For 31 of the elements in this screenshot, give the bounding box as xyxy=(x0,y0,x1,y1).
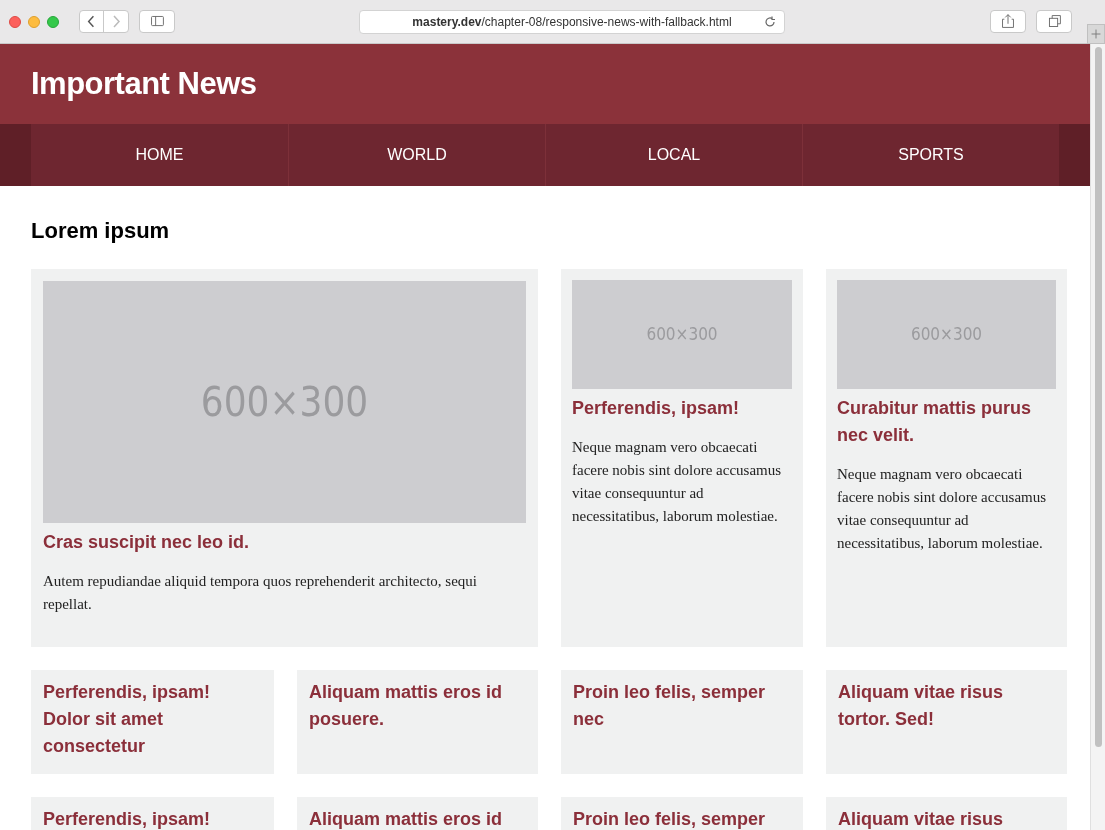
story-title[interactable]: Proin leo felis, semper nec xyxy=(573,679,791,733)
close-icon[interactable] xyxy=(9,15,21,28)
url-text: mastery.dev/chapter-08/responsive-news-with-fallback.html xyxy=(412,14,732,31)
nav-link[interactable]: HOME xyxy=(31,124,288,186)
story-title[interactable]: Curabitur mattis purus nec velit. xyxy=(837,395,1056,449)
story-title[interactable]: Aliquam mattis eros id xyxy=(309,806,526,830)
story-title[interactable]: Perferendis, ipsam! xyxy=(572,395,792,422)
story-title[interactable]: Cras suscipit nec leo id. xyxy=(43,529,526,556)
new-tab-icon[interactable] xyxy=(1087,24,1105,44)
reload-icon[interactable] xyxy=(764,16,776,28)
minimize-icon[interactable] xyxy=(28,15,40,28)
story-text: Autem repudiandae aliquid tempora quos reprehenderit architecto, sequi repellat. xyxy=(43,572,478,614)
maximize-icon[interactable] xyxy=(47,15,59,28)
section-heading: Lorem ipsum xyxy=(30,217,171,245)
story-title[interactable]: Aliquam vitae risus tortor. Sed! xyxy=(838,679,1055,733)
story-title[interactable]: Perferendis, ipsam! xyxy=(43,806,262,830)
nav-link[interactable]: LOCAL xyxy=(545,124,802,186)
story-title[interactable]: Aliquam vitae risus xyxy=(838,806,1055,830)
address-bar[interactable]: mastery.dev/chapter-08/responsive-news-with-fallback.html xyxy=(359,10,785,34)
story-text: Neque magnam vero obcaecati facere nobis sint dolore accusamus vitae consequuntur ad necessitatibus, laborum molestiae. xyxy=(837,465,1048,553)
nav-link[interactable]: SPORTS xyxy=(802,124,1059,186)
nav-link[interactable]: WORLD xyxy=(288,124,545,186)
story-title[interactable]: Aliquam mattis eros id posuere. xyxy=(309,679,526,733)
sidebar-icon[interactable] xyxy=(139,10,175,33)
scrollbar[interactable] xyxy=(1090,44,1105,830)
tabs-icon[interactable] xyxy=(1036,10,1072,33)
story-title[interactable]: Proin leo felis, semper xyxy=(573,806,791,830)
share-icon[interactable] xyxy=(990,10,1026,33)
story-text: Neque magnam vero obcaecati facere nobis sint dolore accusamus vitae consequuntur ad necessitatibus, laborum molestiae. xyxy=(572,438,783,526)
site-title: Important News xyxy=(31,64,257,103)
story-title[interactable]: Perferendis, ipsam! Dolor sit amet consectetur xyxy=(43,679,262,760)
